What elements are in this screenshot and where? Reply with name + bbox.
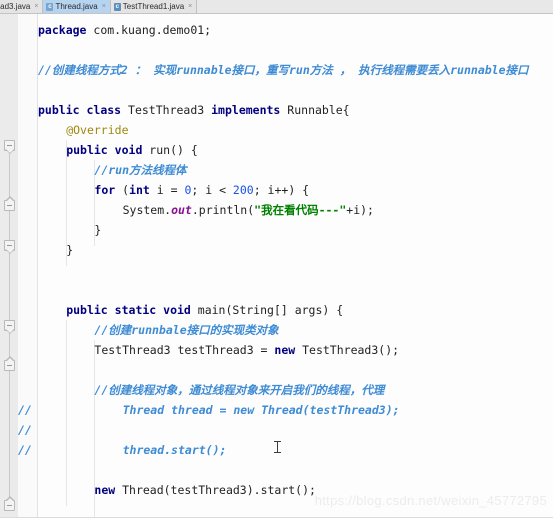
code-token: Runnable{ [280,103,350,117]
code-token: new [94,483,116,497]
code-token: "我在看代码---" [254,203,347,217]
code-token: class [86,103,122,117]
fold-for-loop-1000-icon[interactable] [4,496,15,511]
fold-class-body-icon[interactable] [4,240,15,254]
commented-line-marker: // [18,443,32,457]
code-token: +i); [346,203,374,217]
fold-main-method-icon[interactable] [4,320,15,334]
code-token: //创建线程方式2 ： 实现runnable接口，重写run方法 ， 执行线程需… [38,63,529,77]
code-line[interactable]: thread.start(); [123,440,227,460]
code-token: for [94,183,116,197]
code-line[interactable]: public static void main(String[] args) { [66,300,343,320]
tab-close-icon[interactable]: × [34,3,38,10]
fold-minus-glyph [7,245,12,246]
code-token: ; i < [191,183,233,197]
code-editor-window: read3.java×cThread.java×cTestThread1.jav… [0,0,553,518]
code-token: Thread thread = new Thread(testThread3); [122,403,400,417]
code-token: ; i++) { [253,183,310,197]
code-token: } [94,223,102,237]
fold-minus-glyph [7,325,12,326]
code-token: i = [149,183,185,197]
code-line[interactable]: public void run() { [66,140,198,160]
editor-tab-label: read3.java [0,2,31,11]
code-token: com.kuang.demo01; [86,23,212,37]
code-token: void [114,143,143,157]
code-line[interactable]: } [66,240,73,260]
code-token: Thread(testThread3).start(); [115,483,316,497]
code-line[interactable]: public class TestThread3 implements Runn… [38,100,350,120]
editor-area[interactable]: package com.kuang.demo01; //创建线程方式2 ： 实现r… [0,14,553,518]
code-token: //run方法线程体 [94,163,187,177]
code-token: void [163,303,191,317]
code-token: //创建runnbale接口的实现类对象 [94,323,279,337]
code-token: main(String[] args) { [190,303,344,317]
code-token: static [114,303,157,317]
editor-tab-testthread1-java[interactable]: c TestThread1.java × [110,0,198,13]
code-token: run() { [142,143,198,157]
commented-line-marker: // [18,423,32,437]
code-token: public [66,143,108,157]
code-token: public [38,103,80,117]
code-line[interactable]: System.out.println("我在看代码---"+i); [123,200,374,220]
fold-minus-glyph [7,505,12,506]
fold-minus-glyph [7,205,12,206]
editor-tab-read3-java[interactable]: read3.java× [0,0,44,13]
watermark-text: https://blog.csdn.net/weixin_45772795 [314,493,547,508]
indent-guide [66,320,68,506]
code-token: implements [211,103,281,117]
editor-tab-label: Thread.java [55,2,98,11]
code-token: } [66,243,74,257]
java-class-file-icon: c [46,2,54,11]
code-line[interactable]: for (int i = 0; i < 200; i++) { [94,180,309,200]
code-line[interactable]: //创建线程对象，通过线程对象来开启我们的线程，代理 [94,380,384,400]
tab-close-icon[interactable]: × [102,3,106,10]
tab-close-icon[interactable]: × [188,3,192,10]
fold-for-loop-200-icon[interactable] [4,196,15,211]
code-line[interactable]: //创建runnbale接口的实现类对象 [94,320,278,340]
code-token: public [66,303,108,317]
code-line[interactable]: package com.kuang.demo01; [38,20,211,40]
code-line[interactable]: } [94,220,101,240]
code-token: thread.start(); [122,443,227,457]
code-line[interactable]: Thread thread = new Thread(testThread3); [123,400,400,420]
code-token: 200 [232,183,254,197]
code-line[interactable]: @Override [66,120,128,140]
code-text[interactable]: package com.kuang.demo01; //创建线程方式2 ： 实现r… [38,14,553,518]
java-class-file-icon: c [113,2,121,11]
fold-minus-glyph [7,365,12,366]
code-token: TestThread3 testThread3 = [94,343,275,357]
code-token: @Override [66,123,129,137]
fold-gutter[interactable] [0,14,18,518]
fold-run-method-icon[interactable] [4,140,15,154]
code-token: TestThread3(); [295,343,400,357]
tab-bar-filler [197,0,553,13]
fold-commented-block-icon[interactable] [4,356,15,371]
code-token: out [171,203,192,217]
editor-tab-bar: read3.java×cThread.java×cTestThread1.jav… [0,0,553,14]
code-token: //创建线程对象，通过线程对象来开启我们的线程，代理 [94,383,385,397]
editor-tab-label: TestThread1.java [122,2,185,11]
code-line[interactable]: new Thread(testThread3).start(); [94,480,316,500]
code-token: TestThread3 [121,103,212,117]
fold-minus-glyph [7,145,12,146]
editor-tab-thread-java[interactable]: c Thread.java × [43,0,111,13]
code-token: package [38,23,87,37]
code-line[interactable]: TestThread3 testThread3 = new TestThread… [94,340,399,360]
commented-line-marker: // [18,403,32,417]
code-token: .println( [191,203,255,217]
code-line[interactable]: //run方法线程体 [94,160,186,180]
code-token: new [274,343,296,357]
code-line[interactable]: //创建线程方式2 ： 实现runnable接口，重写run方法 ， 执行线程需… [38,60,529,80]
code-token: System. [122,203,172,217]
code-token: ( [115,183,130,197]
code-token: int [129,183,150,197]
text-ibeam-cursor [274,440,281,454]
